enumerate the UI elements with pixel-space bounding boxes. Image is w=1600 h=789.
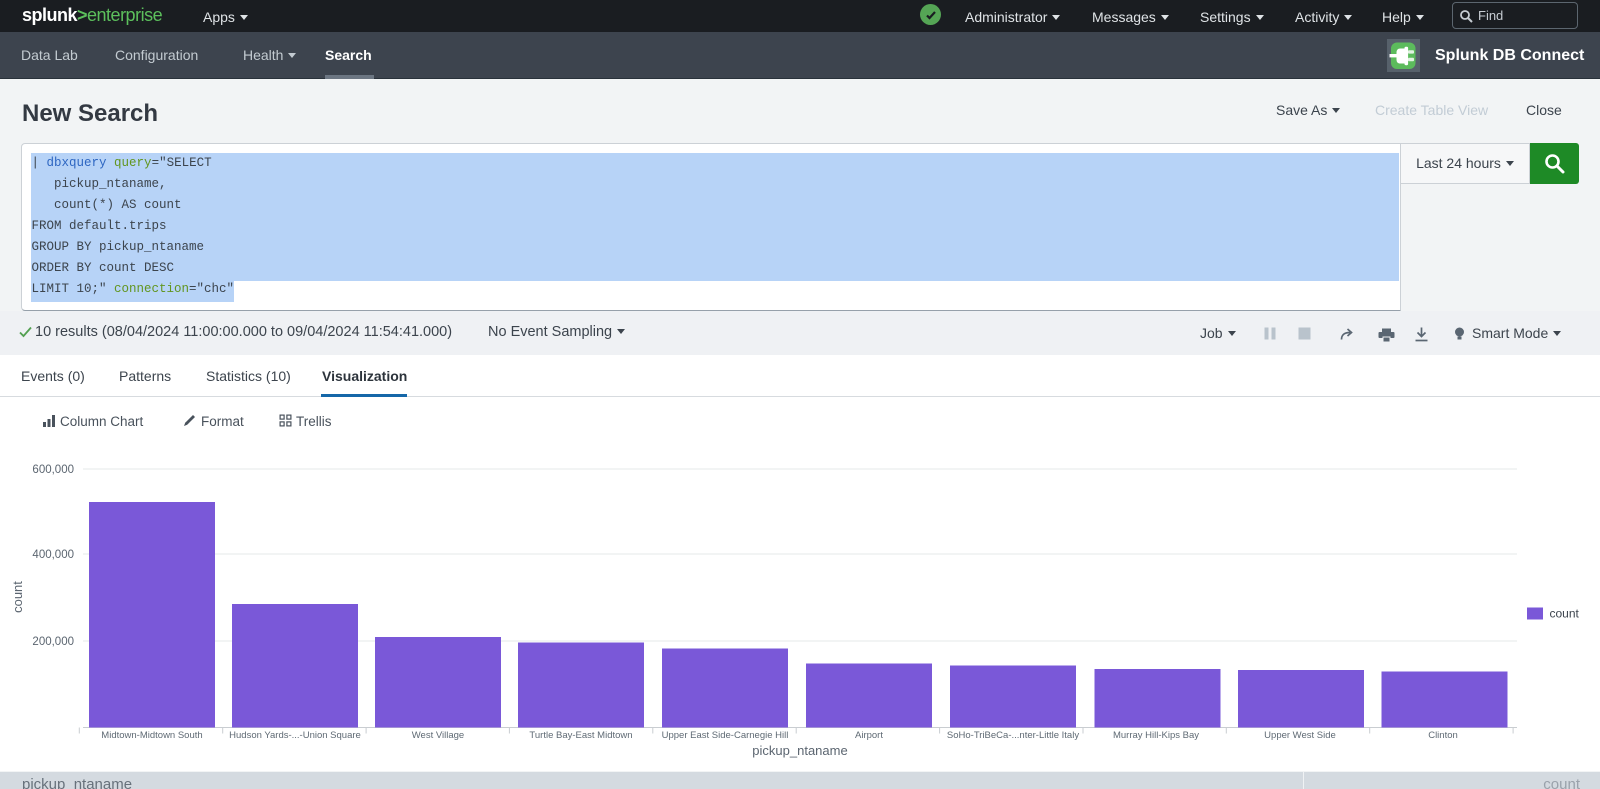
svg-text:pickup_ntaname: pickup_ntaname bbox=[752, 743, 847, 758]
svg-text:count: count bbox=[10, 581, 25, 613]
svg-text:200,000: 200,000 bbox=[32, 636, 74, 648]
svg-text:Clinton: Clinton bbox=[1428, 730, 1458, 741]
svg-text:Hudson Yards-...-Union Square: Hudson Yards-...-Union Square bbox=[229, 730, 361, 741]
svg-text:count: count bbox=[1550, 607, 1580, 621]
svg-text:400,000: 400,000 bbox=[32, 549, 74, 561]
svg-text:West Village: West Village bbox=[412, 730, 464, 741]
svg-text:Midtown-Midtown South: Midtown-Midtown South bbox=[101, 730, 202, 741]
svg-text:Upper East Side-Carnegie Hill: Upper East Side-Carnegie Hill bbox=[662, 730, 789, 741]
svg-text:Turtle Bay-East Midtown: Turtle Bay-East Midtown bbox=[529, 730, 632, 741]
svg-text:SoHo-TriBeCa-...nter-Little It: SoHo-TriBeCa-...nter-Little Italy bbox=[947, 730, 1079, 741]
svg-text:Airport: Airport bbox=[855, 730, 883, 741]
svg-text:Murray Hill-Kips Bay: Murray Hill-Kips Bay bbox=[1113, 730, 1199, 741]
svg-text:600,000: 600,000 bbox=[32, 464, 74, 476]
svg-text:Upper West Side: Upper West Side bbox=[1264, 730, 1336, 741]
